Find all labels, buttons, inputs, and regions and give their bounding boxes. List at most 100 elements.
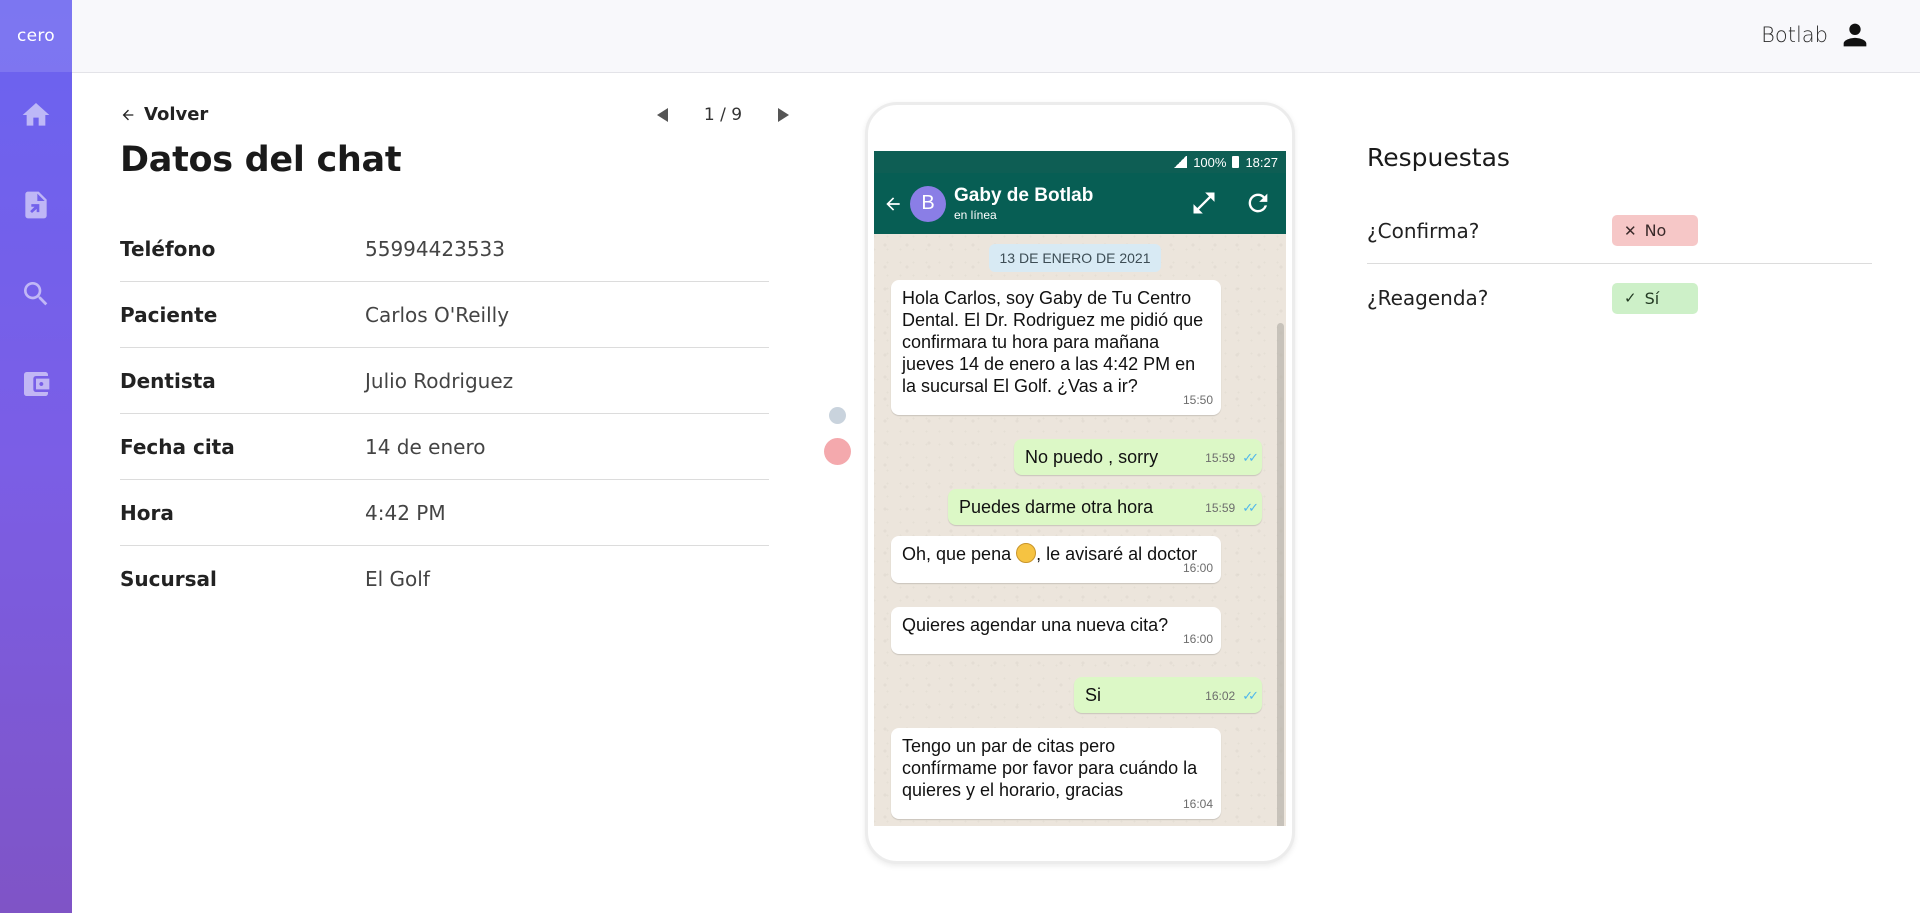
response-question: ¿Confirma? (1367, 218, 1480, 243)
indicator-dot (829, 407, 846, 424)
message-text: Si (1085, 685, 1102, 705)
phone-screen: 100% 18:27 B Gaby de Botlab en línea 13 … (874, 151, 1286, 826)
top-header: Botlab (72, 0, 1920, 73)
refresh-icon[interactable] (1244, 189, 1272, 217)
response-tag-no: ✕ No (1612, 215, 1698, 246)
info-value: 4:42 PM (365, 500, 446, 525)
contact-avatar: B (910, 185, 946, 222)
chat-info-list: Teléfono 55994423533 Paciente Carlos O'R… (120, 216, 769, 612)
info-value: 55994423533 (365, 236, 505, 261)
search-icon (24, 282, 48, 306)
account-icon (1843, 23, 1867, 47)
chat-pager: 1 / 9 (652, 104, 794, 126)
message-text: No puedo , sorry (1025, 447, 1159, 467)
info-row-patient: Paciente Carlos O'Reilly (120, 282, 769, 348)
message-outgoing: Puedes darme otra hora 15:59 ✓✓ (948, 489, 1262, 525)
message-time: 15:59 (1205, 501, 1236, 515)
message-time: 16:04 (1182, 797, 1213, 811)
message-text: Quieres agendar una nueva cita? (902, 615, 1169, 635)
response-answer: No (1644, 221, 1667, 240)
sidebar-item-search[interactable] (0, 266, 72, 322)
response-tag-yes: ✓ Sí (1612, 282, 1698, 314)
read-ticks-icon: ✓✓ (1242, 500, 1259, 515)
home-icon (22, 103, 50, 126)
app-logo[interactable]: cero (0, 0, 72, 72)
read-ticks-icon: ✓✓ (1242, 450, 1259, 465)
chat-header: B Gaby de Botlab en línea (874, 173, 1286, 234)
date-chip: 13 DE ENERO DE 2021 (989, 244, 1161, 272)
response-row-confirm: ¿Confirma? ✕ No (1367, 198, 1872, 264)
info-label: Sucursal (120, 567, 217, 591)
message-time: 16:00 (1182, 561, 1213, 575)
back-button[interactable]: Volver (120, 104, 208, 125)
message-meta: 16:02 ✓✓ (1205, 685, 1259, 707)
info-label: Hora (120, 500, 174, 525)
message-incoming: Tengo un par de citas pero confírmame po… (891, 728, 1221, 819)
responses-title: Respuestas (1367, 143, 1510, 172)
message-incoming: Hola Carlos, soy Gaby de Tu Centro Denta… (891, 280, 1221, 415)
message-text: Tengo un par de citas pero confírmame po… (902, 736, 1198, 800)
message-outgoing: No puedo , sorry 15:59 ✓✓ (1014, 439, 1262, 475)
message-meta: 15:59 ✓✓ (1205, 447, 1259, 469)
caret-right-icon (777, 108, 789, 122)
info-value: 14 de enero (365, 434, 486, 459)
info-row-phone: Teléfono 55994423533 (120, 216, 769, 282)
sidebar: cero (0, 0, 72, 913)
wallet-icon (24, 372, 50, 396)
message-time: 16:00 (1182, 632, 1213, 646)
status-bar: 100% 18:27 (874, 151, 1286, 173)
message-incoming: Quieres agendar una nueva cita? 16:00 (891, 607, 1221, 654)
response-question: ¿Reagenda? (1367, 286, 1489, 310)
next-chat-button[interactable] (772, 104, 794, 126)
info-row-date: Fecha cita 14 de enero (120, 414, 769, 480)
contact-name: Gaby de Botlab (954, 185, 1094, 206)
info-row-dentist: Dentista Julio Rodriguez (120, 348, 769, 414)
info-value: Julio Rodriguez (365, 368, 514, 393)
indicator-dot (824, 438, 851, 465)
user-name: Botlab (1761, 23, 1828, 47)
contact-info: Gaby de Botlab en línea (954, 185, 1093, 222)
chat-back-button[interactable] (878, 189, 908, 219)
close-icon: ✕ (1624, 221, 1637, 240)
battery-icon (1232, 156, 1240, 168)
message-incoming: Oh, que pena , le avisaré al doctor 16:0… (891, 536, 1221, 583)
info-row-time: Hora 4:42 PM (120, 480, 769, 546)
chat-actions (1190, 189, 1272, 217)
back-label: Volver (144, 104, 209, 125)
info-label: Paciente (120, 302, 218, 327)
response-row-reschedule: ¿Reagenda? ✓ Sí (1367, 265, 1872, 331)
expand-icon[interactable] (1190, 189, 1218, 217)
prev-chat-button[interactable] (652, 104, 674, 126)
message-text: Puedes darme otra hora (959, 497, 1154, 517)
sidebar-item-reports[interactable] (0, 177, 72, 233)
chat-messages: 13 DE ENERO DE 2021 Hola Carlos, soy Gab… (874, 234, 1286, 826)
check-icon: ✓ (1624, 289, 1637, 307)
message-meta: 15:59 ✓✓ (1205, 497, 1259, 519)
pager-indicator: 1 / 9 (703, 105, 743, 125)
info-value: Carlos O'Reilly (365, 302, 510, 327)
read-ticks-icon: ✓✓ (1242, 688, 1259, 703)
arrow-left-icon (886, 196, 900, 211)
disappointed-face-icon (1016, 543, 1037, 563)
page-title: Datos del chat (120, 140, 402, 180)
message-outgoing: Si 16:02 ✓✓ (1074, 677, 1262, 713)
message-time: 16:02 (1205, 689, 1236, 703)
user-menu[interactable]: Botlab (1761, 18, 1872, 52)
message-text: , le avisaré al doctor (1036, 544, 1198, 564)
chat-scrollbar[interactable] (1277, 323, 1284, 826)
info-label: Teléfono (120, 236, 216, 261)
message-text: Oh, que pena (902, 544, 1017, 564)
info-label: Dentista (120, 368, 216, 393)
sidebar-item-home[interactable] (0, 87, 72, 143)
battery-level: 100% (1193, 154, 1227, 170)
arrow-left-icon (122, 109, 134, 120)
response-answer: Sí (1644, 288, 1660, 308)
signal-icon (1173, 156, 1188, 168)
sidebar-item-wallet[interactable] (0, 356, 72, 412)
contact-status: en línea (954, 208, 997, 222)
status-time: 18:27 (1245, 154, 1278, 170)
info-row-branch: Sucursal El Golf (120, 546, 769, 612)
info-label: Fecha cita (120, 434, 235, 459)
document-icon (25, 191, 47, 219)
info-value: El Golf (365, 567, 430, 591)
